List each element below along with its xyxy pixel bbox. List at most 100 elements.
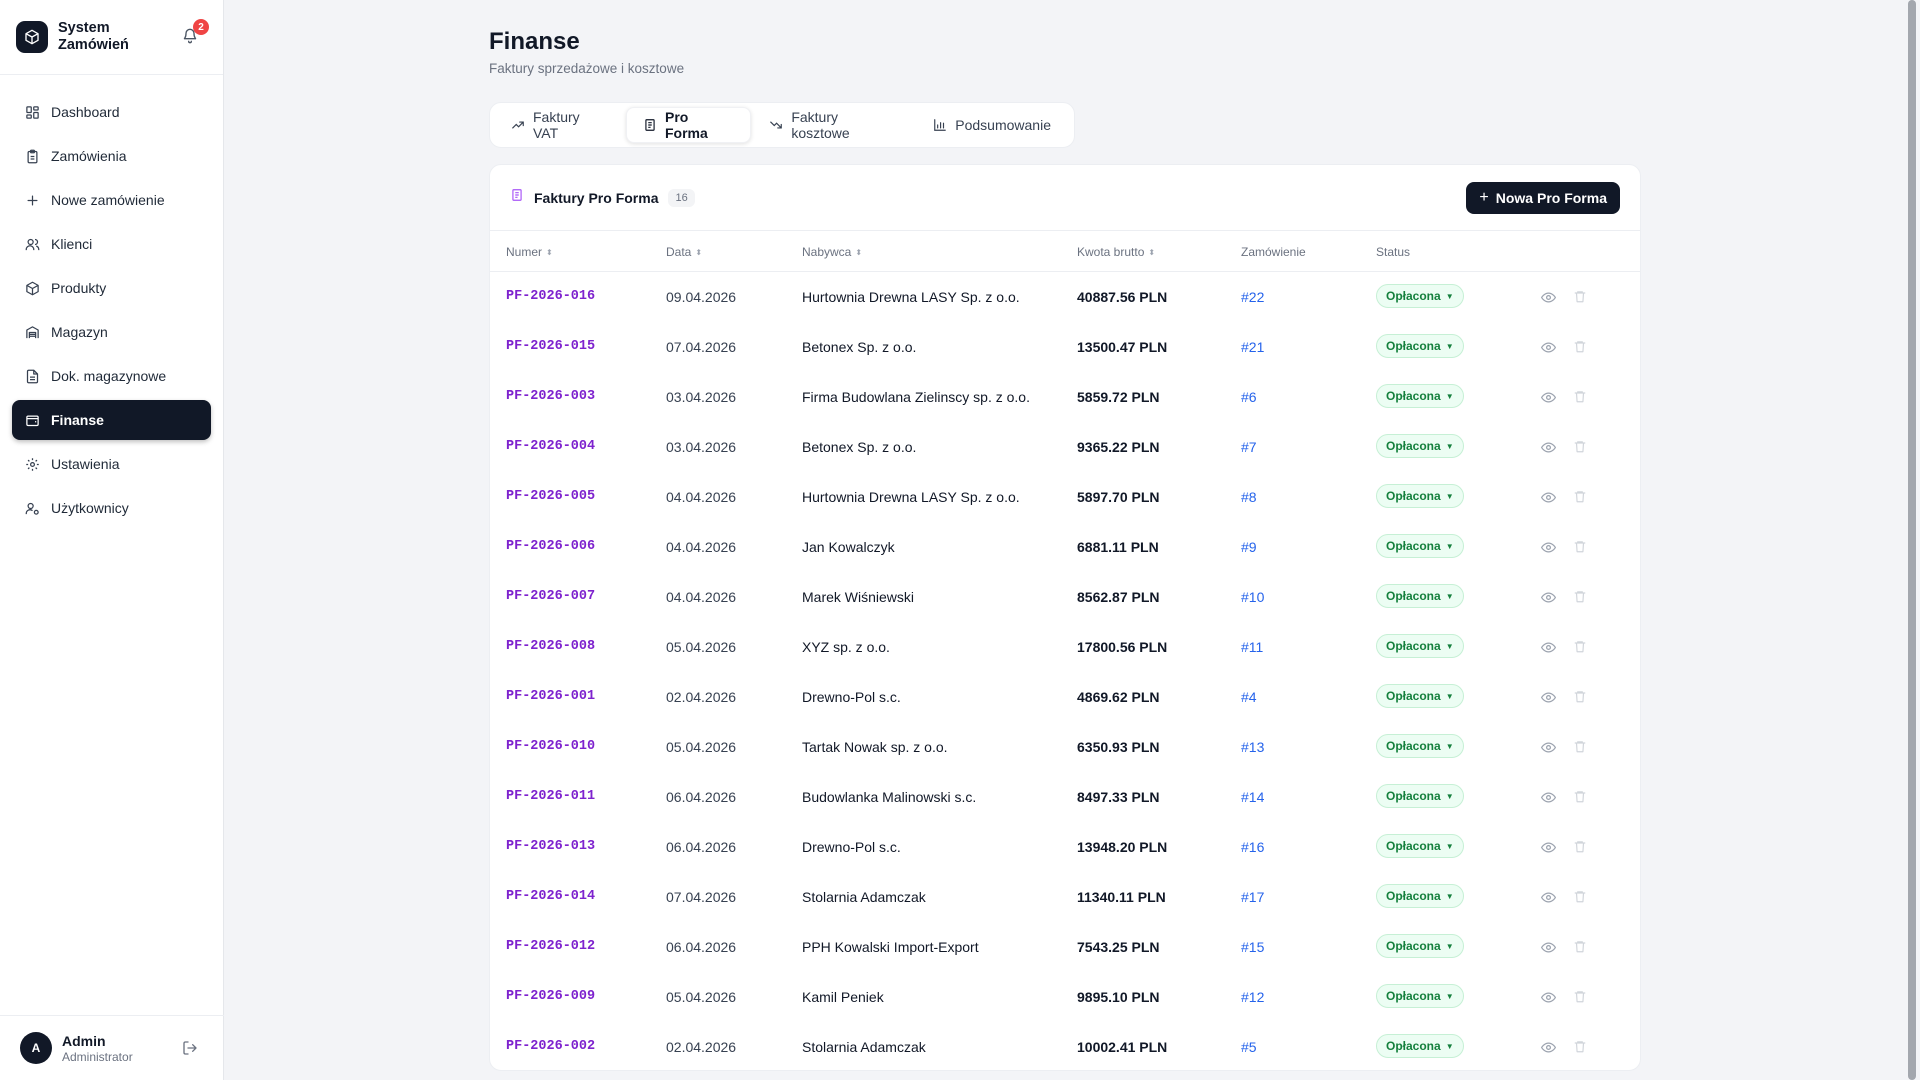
invoice-number-link[interactable]: PF-2026-002: [506, 1039, 595, 1054]
invoice-number-link[interactable]: PF-2026-005: [506, 489, 595, 504]
status-dropdown[interactable]: Opłacona ▼: [1376, 434, 1464, 458]
trash-icon[interactable]: [1573, 939, 1587, 954]
trash-icon[interactable]: [1573, 339, 1587, 354]
trash-icon[interactable]: [1573, 489, 1587, 504]
order-link[interactable]: #7: [1241, 439, 1257, 455]
status-dropdown[interactable]: Opłacona ▼: [1376, 584, 1464, 608]
status-dropdown[interactable]: Opłacona ▼: [1376, 1034, 1464, 1058]
order-link[interactable]: #6: [1241, 389, 1257, 405]
status-dropdown[interactable]: Opłacona ▼: [1376, 684, 1464, 708]
order-link[interactable]: #22: [1241, 289, 1264, 305]
order-link[interactable]: #11: [1241, 639, 1263, 655]
order-link[interactable]: #5: [1241, 1039, 1257, 1055]
column-date[interactable]: Data ⬍: [666, 245, 702, 259]
status-dropdown[interactable]: Opłacona ▼: [1376, 334, 1464, 358]
sidebar-item-products[interactable]: Produkty: [12, 268, 211, 308]
invoice-number-link[interactable]: PF-2026-015: [506, 339, 595, 354]
status-dropdown[interactable]: Opłacona ▼: [1376, 734, 1464, 758]
eye-icon[interactable]: [1540, 990, 1557, 1005]
trash-icon[interactable]: [1573, 439, 1587, 454]
order-link[interactable]: #4: [1241, 689, 1257, 705]
status-dropdown[interactable]: Opłacona ▼: [1376, 384, 1464, 408]
sidebar-item-clients[interactable]: Klienci: [12, 224, 211, 264]
trash-icon[interactable]: [1573, 539, 1587, 554]
trash-icon[interactable]: [1573, 389, 1587, 404]
eye-icon[interactable]: [1540, 940, 1557, 955]
trash-icon[interactable]: [1573, 889, 1587, 904]
invoice-number-link[interactable]: PF-2026-012: [506, 939, 595, 954]
trash-icon[interactable]: [1573, 639, 1587, 654]
invoice-number-link[interactable]: PF-2026-003: [506, 389, 595, 404]
tab-pro-forma[interactable]: Pro Forma: [625, 107, 752, 143]
eye-icon[interactable]: [1540, 640, 1557, 655]
invoice-number-link[interactable]: PF-2026-004: [506, 439, 595, 454]
invoice-number-link[interactable]: PF-2026-007: [506, 589, 595, 604]
order-link[interactable]: #14: [1241, 789, 1264, 805]
trash-icon[interactable]: [1573, 789, 1587, 804]
order-link[interactable]: #12: [1241, 989, 1264, 1005]
eye-icon[interactable]: [1540, 490, 1557, 505]
order-link[interactable]: #15: [1241, 939, 1264, 955]
order-link[interactable]: #10: [1241, 589, 1264, 605]
sidebar-item-dashboard[interactable]: Dashboard: [12, 92, 211, 132]
eye-icon[interactable]: [1540, 690, 1557, 705]
status-dropdown[interactable]: Opłacona ▼: [1376, 934, 1464, 958]
status-dropdown[interactable]: Opłacona ▼: [1376, 634, 1464, 658]
eye-icon[interactable]: [1540, 590, 1557, 605]
invoice-number-link[interactable]: PF-2026-011: [506, 789, 595, 804]
eye-icon[interactable]: [1540, 440, 1557, 455]
trash-icon[interactable]: [1573, 839, 1587, 854]
sidebar-item-orders[interactable]: Zamówienia: [12, 136, 211, 176]
tab-vat-invoices[interactable]: Faktury VAT: [495, 107, 624, 143]
invoice-number-link[interactable]: PF-2026-016: [506, 289, 595, 304]
order-link[interactable]: #17: [1241, 889, 1264, 905]
eye-icon[interactable]: [1540, 840, 1557, 855]
new-pro-forma-button[interactable]: + Nowa Pro Forma: [1466, 182, 1620, 214]
eye-icon[interactable]: [1540, 540, 1557, 555]
eye-icon[interactable]: [1540, 340, 1557, 355]
eye-icon[interactable]: [1540, 290, 1557, 305]
trash-icon[interactable]: [1573, 289, 1587, 304]
sidebar-item-finance[interactable]: Finanse: [12, 400, 211, 440]
status-dropdown[interactable]: Opłacona ▼: [1376, 984, 1464, 1008]
invoice-number-link[interactable]: PF-2026-014: [506, 889, 595, 904]
invoice-number-link[interactable]: PF-2026-008: [506, 639, 595, 654]
column-amount[interactable]: Kwota brutto ⬍: [1077, 245, 1155, 259]
order-link[interactable]: #13: [1241, 739, 1264, 755]
order-link[interactable]: #8: [1241, 489, 1257, 505]
eye-icon[interactable]: [1540, 890, 1557, 905]
status-dropdown[interactable]: Opłacona ▼: [1376, 884, 1464, 908]
sidebar-item-warehouse-docs[interactable]: Dok. magazynowe: [12, 356, 211, 396]
status-dropdown[interactable]: Opłacona ▼: [1376, 834, 1464, 858]
invoice-number-link[interactable]: PF-2026-009: [506, 989, 595, 1004]
sidebar-item-warehouse[interactable]: Magazyn: [12, 312, 211, 352]
order-link[interactable]: #21: [1241, 339, 1264, 355]
trash-icon[interactable]: [1573, 989, 1587, 1004]
eye-icon[interactable]: [1540, 740, 1557, 755]
sidebar-item-new-order[interactable]: Nowe zamówienie: [12, 180, 211, 220]
status-dropdown[interactable]: Opłacona ▼: [1376, 534, 1464, 558]
sidebar-item-settings[interactable]: Ustawienia: [12, 444, 211, 484]
tab-summary[interactable]: Podsumowanie: [917, 107, 1067, 143]
trash-icon[interactable]: [1573, 739, 1587, 754]
trash-icon[interactable]: [1573, 589, 1587, 604]
invoice-number-link[interactable]: PF-2026-013: [506, 839, 595, 854]
eye-icon[interactable]: [1540, 390, 1557, 405]
status-dropdown[interactable]: Opłacona ▼: [1376, 284, 1464, 308]
order-link[interactable]: #16: [1241, 839, 1264, 855]
trash-icon[interactable]: [1573, 1039, 1587, 1054]
column-buyer[interactable]: Nabywca ⬍: [802, 245, 862, 259]
eye-icon[interactable]: [1540, 790, 1557, 805]
eye-icon[interactable]: [1540, 1040, 1557, 1055]
order-link[interactable]: #9: [1241, 539, 1257, 555]
sidebar-item-users[interactable]: Użytkownicy: [12, 488, 211, 528]
column-number[interactable]: Numer ⬍: [506, 245, 553, 259]
invoice-number-link[interactable]: PF-2026-006: [506, 539, 595, 554]
invoice-number-link[interactable]: PF-2026-001: [506, 689, 595, 704]
trash-icon[interactable]: [1573, 689, 1587, 704]
scrollbar-thumb[interactable]: [1908, 0, 1916, 1080]
tab-cost-invoices[interactable]: Faktury kosztowe: [753, 107, 915, 143]
status-dropdown[interactable]: Opłacona ▼: [1376, 784, 1464, 808]
status-dropdown[interactable]: Opłacona ▼: [1376, 484, 1464, 508]
invoice-number-link[interactable]: PF-2026-010: [506, 739, 595, 754]
